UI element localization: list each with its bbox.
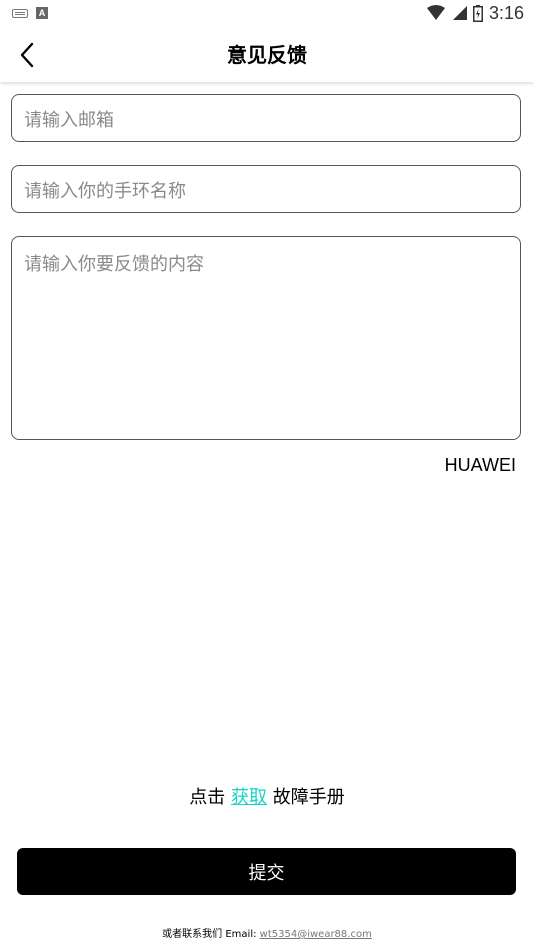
manual-suffix: 故障手册 — [272, 787, 345, 808]
get-manual-link[interactable]: 获取 — [231, 787, 267, 808]
status-left: A — [12, 7, 48, 19]
contact-prefix: 或者联系我们 Email: — [162, 929, 257, 940]
status-time: 3:16 — [488, 3, 524, 23]
keyboard-icon — [12, 9, 28, 18]
submit-button-label: 提交 — [248, 862, 285, 884]
contact-email-link[interactable]: wt5354@iwear88.com — [260, 929, 372, 940]
page-title: 意见反馈 — [227, 43, 307, 67]
contact-line: 或者联系我们 Email: wt5354@iwear88.com — [0, 925, 534, 940]
device-brand-label: HUAWEI — [444, 455, 516, 475]
back-button[interactable] — [10, 38, 44, 72]
header: 意见反馈 — [0, 28, 534, 82]
battery-icon — [472, 4, 483, 22]
band-name-placeholder: 请输入你的手环名称 — [24, 181, 186, 202]
manual-line: 点击 获取 故障手册 — [0, 783, 534, 809]
submit-button[interactable]: 提交 — [17, 848, 516, 895]
status-right: 3:16 — [426, 2, 524, 24]
manual-prefix: 点击 — [189, 787, 226, 808]
status-bar: A 3:16 — [0, 0, 534, 28]
email-placeholder: 请输入邮箱 — [24, 110, 114, 131]
a-icon: A — [36, 7, 48, 19]
feedback-placeholder: 请输入你要反馈的内容 — [24, 254, 204, 275]
signal-icon — [452, 6, 467, 20]
wifi-icon — [426, 5, 445, 20]
band-name-field[interactable]: 请输入你的手环名称 — [11, 165, 521, 213]
email-field[interactable]: 请输入邮箱 — [11, 94, 521, 142]
feedback-textarea[interactable]: 请输入你要反馈的内容 — [11, 236, 521, 440]
chevron-left-icon — [20, 42, 34, 68]
